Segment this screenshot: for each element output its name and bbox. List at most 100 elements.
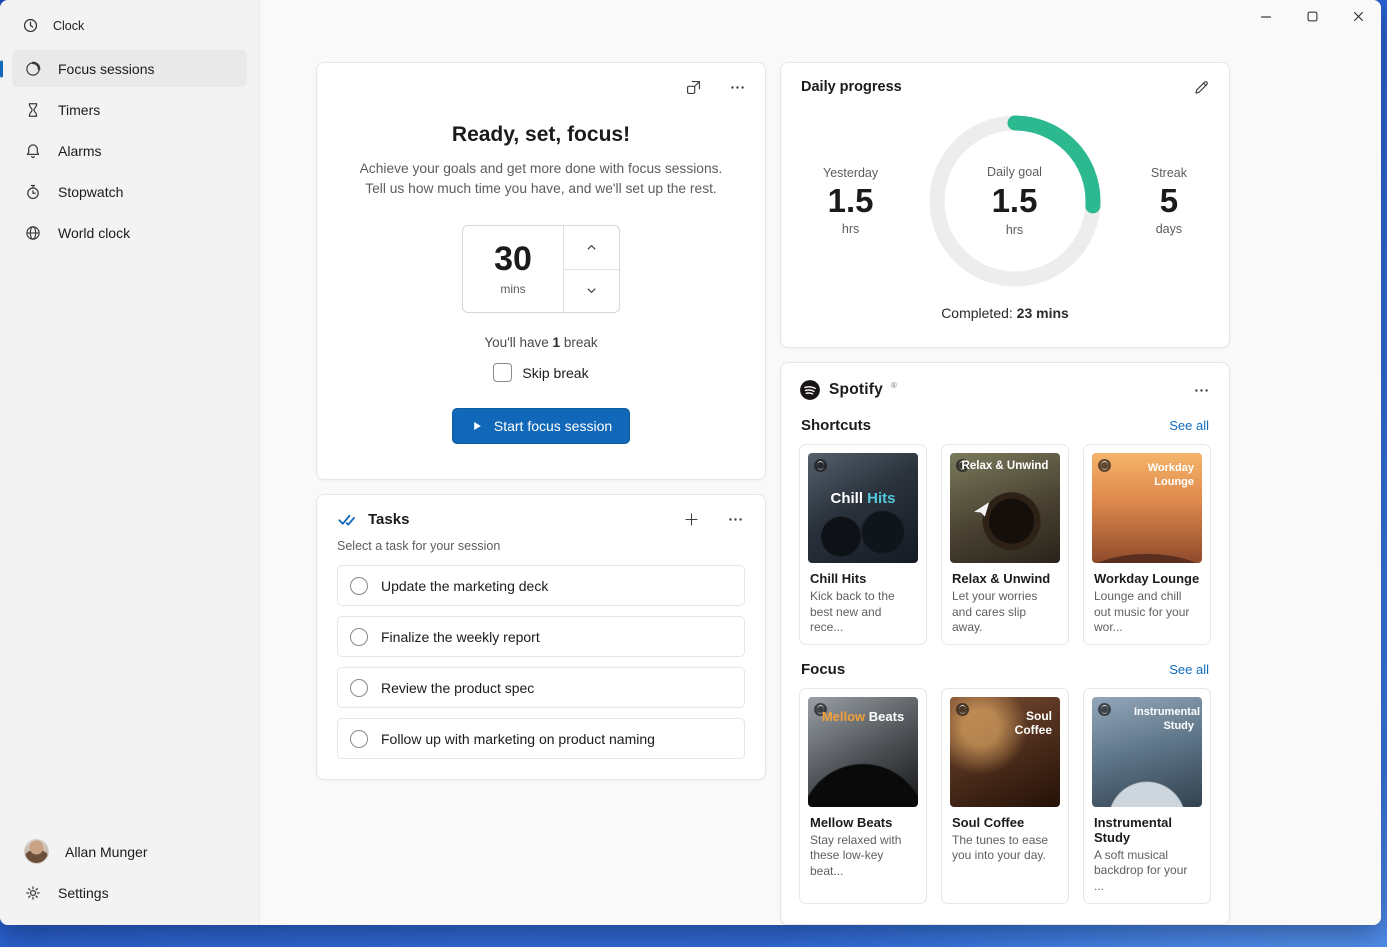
shortcuts-tiles: Chill Hits Chill Hits Kick back to the b… xyxy=(799,444,1211,645)
user-profile-item[interactable]: Allan Munger xyxy=(12,833,247,870)
playlist-description: A soft musical backdrop for your ... xyxy=(1094,848,1200,895)
minutes-decrease-button[interactable] xyxy=(564,270,619,313)
spotify-watermark-icon xyxy=(1098,703,1111,716)
sidebar-item-timers[interactable]: Timers xyxy=(12,91,247,128)
spotify-more-options-icon[interactable] xyxy=(1191,380,1211,400)
content: Ready, set, focus! Achieve your goals an… xyxy=(260,0,1381,925)
playlist-tile-workday-lounge[interactable]: Workday Lounge Workday Lounge Lounge and… xyxy=(1083,444,1211,645)
tasks-card: Tasks Select a task for your session xyxy=(316,494,766,780)
spotify-watermark-icon xyxy=(814,459,827,472)
minutes-unit: mins xyxy=(500,282,525,296)
playlist-name: Chill Hits xyxy=(810,571,916,586)
window-controls xyxy=(1243,0,1381,33)
tasks-more-options-icon[interactable] xyxy=(725,509,745,529)
playlist-tile-instrumental-study[interactable]: Instrumental Study Instrumental Study A … xyxy=(1083,688,1211,904)
sidebar-nav: Focus sessions Timers Alarms Stopwatch xyxy=(0,48,259,253)
minutes-value: 30 xyxy=(494,242,532,276)
playlist-description: Kick back to the best new and rece... xyxy=(810,589,916,636)
skip-break-row: Skip break xyxy=(341,363,741,382)
sidebar-item-label: Stopwatch xyxy=(58,184,123,200)
minimize-button[interactable] xyxy=(1243,0,1289,33)
playlist-art: Chill Hits xyxy=(808,453,918,563)
tasks-title: Tasks xyxy=(368,511,409,528)
daily-progress-card: Daily progress Yesterday 1.5 hrs xyxy=(780,62,1230,348)
minutes-value-area[interactable]: 30 mins xyxy=(463,226,563,312)
streak-stat: Streak 5 days xyxy=(1151,166,1187,236)
add-task-icon[interactable] xyxy=(681,509,701,529)
chevron-down-icon xyxy=(584,283,599,298)
spotify-logo-icon xyxy=(799,379,821,401)
chevron-up-icon xyxy=(584,240,599,255)
close-button[interactable] xyxy=(1335,0,1381,33)
sidebar-item-label: Alarms xyxy=(58,143,102,159)
break-info: You'll have 1 break xyxy=(341,335,741,350)
sidebar-item-alarms[interactable]: Alarms xyxy=(12,132,247,169)
playlist-name: Workday Lounge xyxy=(1094,571,1200,586)
task-row[interactable]: Follow up with marketing on product nami… xyxy=(337,718,745,759)
tasks-subtitle: Select a task for your session xyxy=(337,539,745,553)
focus-session-card: Ready, set, focus! Achieve your goals an… xyxy=(316,62,766,480)
playlist-tile-mellow-beats[interactable]: Mellow Beats Mellow Beats Stay relaxed w… xyxy=(799,688,927,904)
skip-break-label: Skip break xyxy=(522,365,588,381)
spotify-watermark-icon xyxy=(1098,459,1111,472)
playlist-description: Lounge and chill out music for your wor.… xyxy=(1094,589,1200,636)
task-row[interactable]: Finalize the weekly report xyxy=(337,616,745,657)
shortcuts-see-all-link[interactable]: See all xyxy=(1169,418,1209,433)
task-radio[interactable] xyxy=(350,577,368,595)
playlist-art: Relax & Unwind xyxy=(950,453,1060,563)
daily-goal-progress-ring: Daily goal 1.5 hrs xyxy=(923,109,1107,293)
clock-app-icon xyxy=(22,17,39,34)
user-avatar xyxy=(24,839,49,864)
task-radio[interactable] xyxy=(350,679,368,697)
task-radio[interactable] xyxy=(350,730,368,748)
playlist-art: Mellow Beats xyxy=(808,697,918,807)
sidebar-bottom: Allan Munger Settings xyxy=(0,833,259,925)
paper-plane-graphic xyxy=(973,502,993,519)
spotify-watermark-icon xyxy=(956,703,969,716)
start-focus-session-button[interactable]: Start focus session xyxy=(452,408,630,444)
focus-tiles: Mellow Beats Mellow Beats Stay relaxed w… xyxy=(799,688,1211,904)
playlist-art: Instrumental Study xyxy=(1092,697,1202,807)
hourglass-icon xyxy=(24,101,42,119)
sidebar-item-focus-sessions[interactable]: Focus sessions xyxy=(12,50,247,87)
focus-see-all-link[interactable]: See all xyxy=(1169,662,1209,677)
window-title: Clock xyxy=(53,19,84,33)
playlist-tile-soul-coffee[interactable]: Soul Coffee Soul Coffee The tunes to eas… xyxy=(941,688,1069,904)
sidebar-item-settings[interactable]: Settings xyxy=(12,874,247,911)
sidebar-item-label: Timers xyxy=(58,102,100,118)
playlist-description: Let your worries and cares slip away. xyxy=(952,589,1058,636)
playlist-description: Stay relaxed with these low-key beat... xyxy=(810,833,916,880)
popout-icon[interactable] xyxy=(683,77,703,97)
task-radio[interactable] xyxy=(350,628,368,646)
spotify-card: Spotify ® Shortcuts See all xyxy=(780,362,1230,925)
maximize-button[interactable] xyxy=(1289,0,1335,33)
task-row[interactable]: Update the marketing deck xyxy=(337,565,745,606)
playlist-description: The tunes to ease you into your day. xyxy=(952,833,1058,864)
playlist-name: Mellow Beats xyxy=(810,815,916,830)
globe-icon xyxy=(24,224,42,242)
skip-break-checkbox[interactable] xyxy=(493,363,512,382)
spotify-brand-mark: ® xyxy=(891,381,897,390)
settings-label: Settings xyxy=(58,885,109,901)
sidebar-item-world-clock[interactable]: World clock xyxy=(12,214,247,251)
playlist-name: Relax & Unwind xyxy=(952,571,1058,586)
sidebar-item-stopwatch[interactable]: Stopwatch xyxy=(12,173,247,210)
play-icon xyxy=(470,419,484,433)
minutes-increase-button[interactable] xyxy=(564,226,619,270)
shortcuts-section-title: Shortcuts xyxy=(801,417,871,434)
right-column: Daily progress Yesterday 1.5 hrs xyxy=(780,62,1230,925)
edit-pencil-icon[interactable] xyxy=(1191,77,1211,97)
left-column: Ready, set, focus! Achieve your goals an… xyxy=(316,62,766,925)
sidebar: Clock Focus sessions Timers Alarms xyxy=(0,0,260,925)
playlist-tile-chill-hits[interactable]: Chill Hits Chill Hits Kick back to the b… xyxy=(799,444,927,645)
minutes-stepper: 30 mins xyxy=(462,225,620,313)
gear-icon xyxy=(24,884,42,902)
focus-subtitle: Achieve your goals and get more done wit… xyxy=(341,159,741,199)
focus-title: Ready, set, focus! xyxy=(341,123,741,147)
task-row[interactable]: Review the product spec xyxy=(337,667,745,708)
completed-summary: Completed: 23 mins xyxy=(801,305,1209,321)
playlist-tile-relax-unwind[interactable]: Relax & Unwind Relax & Unwind Let your w… xyxy=(941,444,1069,645)
more-options-icon[interactable] xyxy=(727,77,747,97)
sidebar-item-label: Focus sessions xyxy=(58,61,154,77)
main-area: Ready, set, focus! Achieve your goals an… xyxy=(260,0,1381,925)
